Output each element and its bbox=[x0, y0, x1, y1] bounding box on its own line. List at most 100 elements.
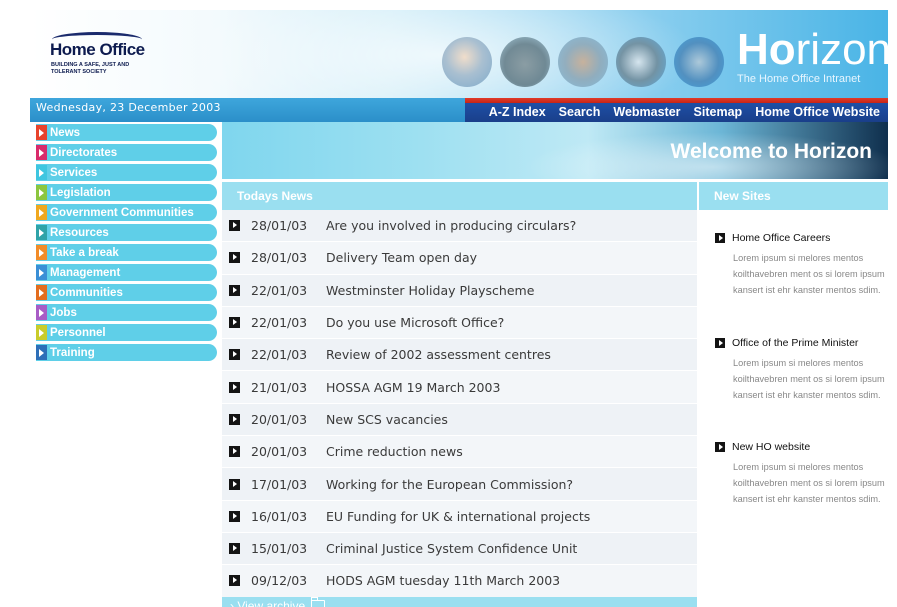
sidebar-item-communities[interactable]: Communities bbox=[36, 284, 217, 301]
sidebar-item-label: Government Communities bbox=[50, 206, 194, 219]
news-title-link[interactable]: Working for the European Commission? bbox=[326, 477, 573, 492]
news-item[interactable]: 28/01/03 Delivery Team open day bbox=[222, 242, 697, 275]
sidebar-item-resources[interactable]: Resources bbox=[36, 224, 217, 241]
news-item[interactable]: 28/01/03 Are you involved in producing ci… bbox=[222, 210, 697, 243]
sidebar-item-training[interactable]: Training bbox=[36, 344, 217, 361]
page-frame: Home Office BUILDING A SAFE, JUST AND TO… bbox=[30, 10, 888, 607]
news-date: 20/01/03 bbox=[251, 444, 308, 460]
sidebar-item-label: Personnel bbox=[50, 326, 106, 339]
sitemap-link[interactable]: Sitemap bbox=[694, 101, 743, 119]
arrow-bullet-icon bbox=[229, 349, 240, 361]
sidebar-item-news[interactable]: News bbox=[36, 124, 217, 141]
sidebar-item-personnel[interactable]: Personnel bbox=[36, 324, 217, 341]
sidebar-item-label: Legislation bbox=[50, 186, 111, 199]
sidebar-item-management[interactable]: Management bbox=[36, 264, 217, 281]
view-archive-link[interactable]: › View archive bbox=[230, 597, 326, 607]
az-index-link[interactable]: A-Z Index bbox=[489, 101, 546, 119]
news-title-link[interactable]: Do you use Microsoft Office? bbox=[326, 315, 504, 330]
arrow-icon bbox=[36, 165, 47, 180]
arrow-bullet-icon bbox=[229, 317, 240, 329]
news-date: 20/01/03 bbox=[251, 411, 308, 427]
welcome-banner: Welcome to Horizon bbox=[222, 122, 888, 179]
news-item[interactable]: 20/01/03 New SCS vacancies bbox=[222, 403, 697, 437]
arrow-icon bbox=[36, 205, 47, 220]
webmaster-link[interactable]: Webmaster bbox=[613, 101, 680, 119]
news-item[interactable]: 21/01/03 HOSSA AGM 19 March 2003 bbox=[222, 371, 697, 404]
new-site-title: Office of the Prime Minister bbox=[732, 337, 859, 349]
news-item[interactable]: 20/01/03 Crime reduction news bbox=[222, 436, 697, 469]
sidebar-item-services[interactable]: Services bbox=[36, 164, 217, 181]
new-site-link[interactable]: New HO website bbox=[715, 441, 885, 453]
arrow-icon bbox=[36, 345, 47, 360]
news-item[interactable]: 22/01/03 Review of 2002 assessment centre… bbox=[222, 339, 697, 372]
banner-title: Welcome to Horizon bbox=[670, 140, 872, 163]
new-site-description: Lorem ipsum si melores mentos koilthaveb… bbox=[733, 462, 885, 504]
arrow-bullet-icon bbox=[715, 233, 725, 243]
todays-news-heading: Todays News bbox=[237, 189, 313, 203]
arrow-icon bbox=[36, 285, 47, 300]
arrow-icon bbox=[36, 245, 47, 260]
sidebar-item-label: News bbox=[50, 126, 81, 139]
sidebar-item-label: Resources bbox=[50, 226, 109, 239]
sidebar-item-jobs[interactable]: Jobs bbox=[36, 304, 217, 321]
search-link[interactable]: Search bbox=[559, 101, 601, 119]
news-date: 17/01/03 bbox=[251, 476, 308, 492]
news-date: 28/01/03 bbox=[251, 218, 308, 234]
news-title-link[interactable]: Delivery Team open day bbox=[326, 250, 477, 265]
arrow-bullet-icon bbox=[229, 284, 240, 296]
top-links: A-Z Index Search Webmaster Sitemap Home … bbox=[465, 98, 888, 122]
news-item[interactable]: 22/01/03 Westminster Holiday Playscheme bbox=[222, 274, 697, 307]
header-photo bbox=[616, 37, 666, 87]
home-office-logo[interactable]: Home Office BUILDING A SAFE, JUST AND TO… bbox=[50, 32, 155, 82]
folder-icon bbox=[310, 597, 326, 607]
sidebar-item-government-communities[interactable]: Government Communities bbox=[36, 204, 217, 221]
sidebar-item-take-a-break[interactable]: Take a break bbox=[36, 244, 217, 261]
news-title-link[interactable]: HODS AGM tuesday 11th March 2003 bbox=[326, 573, 560, 588]
sidebar-item-label: Directorates bbox=[50, 146, 118, 159]
arrow-icon bbox=[36, 265, 47, 280]
news-date: 22/01/03 bbox=[251, 315, 308, 331]
news-item[interactable]: 22/01/03 Do you use Microsoft Office? bbox=[222, 306, 697, 340]
todays-news-header: Todays News bbox=[222, 182, 697, 210]
sidebar-item-directorates[interactable]: Directorates bbox=[36, 144, 217, 161]
new-site-item: Office of the Prime Minister Lorem ipsum… bbox=[715, 337, 885, 403]
logo-title: Home Office bbox=[50, 40, 145, 59]
news-item[interactable]: 09/12/03 HODS AGM tuesday 11th March 2003 bbox=[222, 565, 697, 598]
brand-subtitle: The Home Office Intranet bbox=[737, 73, 861, 85]
sidebar-item-label: Training bbox=[50, 346, 95, 359]
news-title-link[interactable]: Crime reduction news bbox=[326, 444, 463, 459]
header: Home Office BUILDING A SAFE, JUST AND TO… bbox=[30, 10, 888, 98]
arrow-icon bbox=[36, 145, 47, 160]
horizon-brand: Horizon bbox=[737, 28, 888, 72]
news-date: 09/12/03 bbox=[251, 573, 308, 589]
header-photo bbox=[500, 37, 550, 87]
new-sites-panel: Home Office Careers Lorem ipsum si melor… bbox=[699, 210, 888, 607]
new-sites-header: New Sites bbox=[699, 182, 888, 210]
sidebar-item-legislation[interactable]: Legislation bbox=[36, 184, 217, 201]
arrow-icon bbox=[36, 325, 47, 340]
brand-ho: Ho bbox=[737, 25, 796, 74]
new-site-description: Lorem ipsum si melores mentos koilthaveb… bbox=[733, 253, 885, 295]
new-site-link[interactable]: Office of the Prime Minister bbox=[715, 337, 885, 349]
arrow-bullet-icon bbox=[715, 442, 725, 452]
sidebar-item-label: Services bbox=[50, 166, 98, 179]
news-item[interactable]: 16/01/03 EU Funding for UK & internationa… bbox=[222, 500, 697, 533]
new-site-link[interactable]: Home Office Careers bbox=[715, 232, 885, 244]
news-date: 15/01/03 bbox=[251, 541, 308, 557]
arrow-bullet-icon bbox=[229, 510, 240, 522]
new-sites-heading: New Sites bbox=[714, 189, 771, 203]
arrow-bullet-icon bbox=[229, 381, 240, 393]
view-archive-label: › View archive bbox=[230, 599, 306, 607]
news-title-link[interactable]: New SCS vacancies bbox=[326, 412, 448, 427]
current-date: Wednesday, 23 December 2003 bbox=[36, 101, 221, 114]
news-title-link[interactable]: HOSSA AGM 19 March 2003 bbox=[326, 380, 500, 395]
news-title-link[interactable]: Review of 2002 assessment centres bbox=[326, 347, 551, 362]
arrow-bullet-icon bbox=[229, 478, 240, 490]
news-item[interactable]: 17/01/03 Working for the European Commiss… bbox=[222, 468, 697, 501]
home-office-website-link[interactable]: Home Office Website bbox=[755, 101, 880, 119]
news-item[interactable]: 15/01/03 Criminal Justice System Confiden… bbox=[222, 532, 697, 566]
news-title-link[interactable]: Are you involved in producing circulars? bbox=[326, 218, 576, 233]
news-title-link[interactable]: EU Funding for UK & international projec… bbox=[326, 509, 590, 524]
news-title-link[interactable]: Westminster Holiday Playscheme bbox=[326, 283, 534, 298]
news-title-link[interactable]: Criminal Justice System Confidence Unit bbox=[326, 541, 577, 556]
